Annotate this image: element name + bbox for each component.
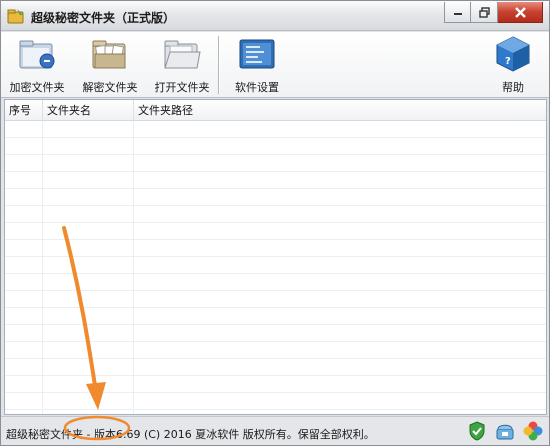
column-header-index[interactable]: 序号 <box>5 100 43 121</box>
app-icon <box>7 9 24 24</box>
title-bar: 超级秘密文件夹（正式版） <box>1 1 549 31</box>
help-cube-icon: ? <box>496 36 530 72</box>
minimize-icon <box>453 13 462 15</box>
phone-icon[interactable] <box>495 421 515 441</box>
empty-row <box>5 291 546 308</box>
folder-open-icon <box>164 40 201 69</box>
svg-text:?: ? <box>505 56 511 67</box>
column-header-folder-name[interactable]: 文件夹名 <box>43 100 134 121</box>
empty-row <box>5 121 546 138</box>
close-icon <box>514 6 526 18</box>
empty-row <box>5 206 546 223</box>
folder-lock-icon <box>19 40 55 69</box>
empty-row <box>5 325 546 342</box>
toolbar-separator <box>218 36 220 94</box>
main-window: 超级秘密文件夹（正式版） 加密文件夹 解密文件夹 打开文件夹 软件设置 ? 帮助… <box>0 0 550 446</box>
folder-list-table[interactable]: 序号 文件夹名 文件夹路径 <box>4 99 547 415</box>
empty-row <box>5 342 546 359</box>
decrypt-folder-button[interactable]: 解密文件夹 <box>79 34 141 96</box>
empty-row <box>5 240 546 257</box>
settings-icon <box>239 39 275 69</box>
empty-row <box>5 155 546 172</box>
empty-row <box>5 172 546 189</box>
table-body <box>5 121 546 410</box>
table-header: 序号 文件夹名 文件夹路径 <box>5 100 546 121</box>
empty-row <box>5 274 546 291</box>
status-copyright-text: 超级秘密文件夹 - 版本6.69 (C) 2016 夏冰软件 版权所有。保留全部… <box>6 428 375 441</box>
toolbar: 加密文件夹 解密文件夹 打开文件夹 软件设置 ? 帮助 <box>1 32 549 98</box>
shield-check-icon[interactable] <box>467 421 487 441</box>
empty-row <box>5 189 546 206</box>
clover-icon[interactable] <box>523 421 543 441</box>
toolbar-label: 解密文件夹 <box>82 81 138 94</box>
help-button[interactable]: ? 帮助 <box>493 34 533 96</box>
empty-row <box>5 359 546 376</box>
settings-button[interactable]: 软件设置 <box>229 34 285 96</box>
empty-row <box>5 223 546 240</box>
status-icons <box>467 421 543 441</box>
toolbar-label: 帮助 <box>502 81 524 94</box>
window-controls <box>444 2 543 23</box>
restore-button[interactable] <box>471 2 498 23</box>
column-header-folder-path[interactable]: 文件夹路径 <box>134 100 546 121</box>
empty-row <box>5 308 546 325</box>
restore-icon <box>478 6 490 18</box>
close-button[interactable] <box>498 2 543 23</box>
folder-unlock-icon <box>92 40 126 69</box>
encrypt-folder-button[interactable]: 加密文件夹 <box>6 34 68 96</box>
empty-row <box>5 376 546 393</box>
minimize-button[interactable] <box>444 2 471 23</box>
window-title: 超级秘密文件夹（正式版） <box>31 11 176 25</box>
empty-row <box>5 138 546 155</box>
status-bar: 超级秘密文件夹 - 版本6.69 (C) 2016 夏冰软件 版权所有。保留全部… <box>1 416 549 445</box>
toolbar-label: 加密文件夹 <box>9 81 65 94</box>
toolbar-label: 打开文件夹 <box>154 81 210 94</box>
empty-row <box>5 393 546 410</box>
empty-row <box>5 257 546 274</box>
toolbar-label: 软件设置 <box>235 81 279 94</box>
open-folder-button[interactable]: 打开文件夹 <box>151 34 213 96</box>
